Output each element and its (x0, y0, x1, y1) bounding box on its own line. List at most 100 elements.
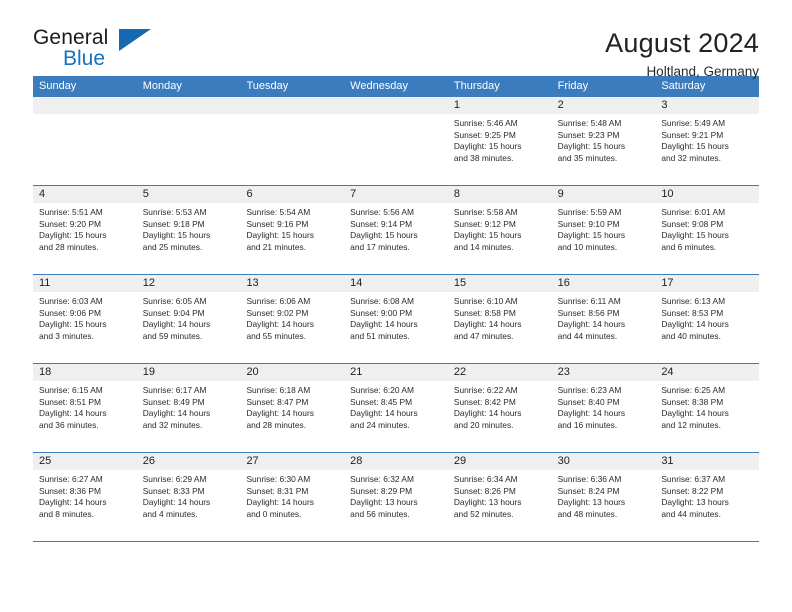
daylight-duration-line2: and 20 minutes. (453, 419, 514, 430)
daylight-duration-line1: Daylight: 13 hours (661, 497, 729, 508)
day-details: Sunrise: 6:11 AM Sunset: 8:56 PM Daylight:… (552, 292, 656, 342)
calendar-day-cell[interactable]: 9 Sunrise: 5:59 AM Sunset: 9:10 PM Daylight… (551, 186, 656, 274)
sunrise-time: Sunrise: 6:17 AM (142, 385, 207, 395)
calendar-day-cell[interactable]: 24 Sunrise: 6:25 AM Sunset: 8:38 PM Dayligh… (655, 364, 760, 452)
calendar-day-cell[interactable]: 26 Sunrise: 6:29 AM Sunset: 8:33 PM Dayligh… (136, 453, 241, 541)
daylight-duration-line1: Daylight: 14 hours (350, 319, 418, 330)
daylight-duration-line1: Daylight: 15 hours (246, 230, 314, 241)
sunrise-time: Sunrise: 6:34 AM (453, 474, 518, 484)
daylight-duration-line1: Daylight: 14 hours (246, 319, 314, 330)
sunrise-time: Sunrise: 6:18 AM (246, 385, 311, 395)
calendar-day-cell[interactable]: 16 Sunrise: 6:11 AM Sunset: 8:56 PM Dayligh… (551, 275, 656, 363)
day-number: 29 (447, 453, 552, 470)
daylight-duration-line2: and 32 minutes. (661, 152, 721, 163)
day-number: 11 (33, 275, 137, 292)
calendar-day-cell[interactable]: 28 Sunrise: 6:32 AM Sunset: 8:29 PM Dayligh… (344, 453, 448, 541)
calendar-day-cell[interactable]: 1 Sunrise: 5:46 AM Sunset: 9:25 PM Daylight… (447, 97, 552, 185)
daylight-duration-line2: and 0 minutes. (246, 508, 302, 519)
daylight-duration-line1: Daylight: 15 hours (453, 141, 522, 152)
daylight-duration-line1: Daylight: 15 hours (453, 230, 522, 241)
sunrise-time: Sunrise: 6:08 AM (350, 296, 414, 306)
calendar-day-cell-empty (33, 97, 137, 185)
day-details: Sunrise: 6:05 AM Sunset: 9:04 PM Daylight:… (137, 292, 241, 342)
calendar-day-cell[interactable]: 27 Sunrise: 6:30 AM Sunset: 8:31 PM Dayligh… (240, 453, 345, 541)
calendar-day-cell[interactable]: 30 Sunrise: 6:36 AM Sunset: 8:24 PM Dayligh… (551, 453, 656, 541)
calendar-day-cell-empty (240, 97, 345, 185)
calendar-day-cell-empty (344, 97, 448, 185)
calendar-day-cell[interactable]: 20 Sunrise: 6:18 AM Sunset: 8:47 PM Dayligh… (240, 364, 345, 452)
calendar-day-cell[interactable]: 11 Sunrise: 6:03 AM Sunset: 9:06 PM Dayligh… (33, 275, 137, 363)
calendar-day-cell[interactable]: 2 Sunrise: 5:48 AM Sunset: 9:23 PM Daylight… (551, 97, 656, 185)
day-number: 15 (447, 275, 552, 292)
calendar-day-cell[interactable]: 3 Sunrise: 5:49 AM Sunset: 9:21 PM Daylight… (655, 97, 760, 185)
sunrise-time: Sunrise: 6:37 AM (661, 474, 726, 484)
sunset-time: Sunset: 9:00 PM (350, 307, 413, 318)
calendar-day-cell[interactable]: 22 Sunrise: 6:22 AM Sunset: 8:42 PM Dayligh… (447, 364, 552, 452)
sunset-time: Sunset: 8:40 PM (557, 396, 620, 407)
day-details: Sunrise: 5:53 AM Sunset: 9:18 PM Daylight:… (137, 203, 241, 253)
calendar-day-cell[interactable]: 23 Sunrise: 6:23 AM Sunset: 8:40 PM Dayligh… (551, 364, 656, 452)
calendar-day-cell[interactable]: 5 Sunrise: 5:53 AM Sunset: 9:18 PM Daylight… (136, 186, 241, 274)
day-number: 28 (344, 453, 448, 470)
daylight-duration-line1: Daylight: 14 hours (661, 319, 729, 330)
calendar-day-cell[interactable]: 17 Sunrise: 6:13 AM Sunset: 8:53 PM Dayligh… (655, 275, 760, 363)
day-details: Sunrise: 5:46 AM Sunset: 9:25 PM Daylight:… (448, 114, 552, 164)
daylight-duration-line1: Daylight: 14 hours (661, 408, 729, 419)
calendar-day-cell[interactable]: 31 Sunrise: 6:37 AM Sunset: 8:22 PM Dayligh… (655, 453, 760, 541)
daylight-duration-line1: Daylight: 14 hours (39, 408, 107, 419)
calendar-day-cell[interactable]: 14 Sunrise: 6:08 AM Sunset: 9:00 PM Dayligh… (344, 275, 448, 363)
calendar-day-cell[interactable]: 18 Sunrise: 6:15 AM Sunset: 8:51 PM Dayligh… (33, 364, 137, 452)
sunrise-time: Sunrise: 5:53 AM (142, 207, 207, 217)
day-number (240, 97, 345, 114)
day-number: 18 (33, 364, 137, 381)
calendar-day-cell[interactable]: 19 Sunrise: 6:17 AM Sunset: 8:49 PM Dayligh… (136, 364, 241, 452)
calendar-day-cell-empty (136, 97, 241, 185)
day-number: 7 (344, 186, 448, 203)
calendar-day-cell[interactable]: 15 Sunrise: 6:10 AM Sunset: 8:58 PM Dayligh… (447, 275, 552, 363)
logo-text-blue: Blue (63, 47, 106, 70)
weekday-sunday: Sunday (39, 80, 77, 92)
daylight-duration-line2: and 14 minutes. (453, 241, 514, 252)
day-number: 26 (136, 453, 241, 470)
calendar-weeks: 1 Sunrise: 5:46 AM Sunset: 9:25 PM Daylight… (33, 97, 760, 542)
sunset-time: Sunset: 8:24 PM (557, 485, 620, 496)
calendar-day-cell[interactable]: 13 Sunrise: 6:06 AM Sunset: 9:02 PM Dayligh… (240, 275, 345, 363)
daylight-duration-line1: Daylight: 14 hours (350, 408, 418, 419)
calendar-week-row: 11 Sunrise: 6:03 AM Sunset: 9:06 PM Dayligh… (33, 275, 760, 364)
daylight-duration-line2: and 47 minutes. (453, 330, 514, 341)
sunrise-time: Sunrise: 6:13 AM (661, 296, 726, 306)
sunrise-time: Sunrise: 6:11 AM (557, 296, 621, 306)
calendar-day-cell[interactable]: 25 Sunrise: 6:27 AM Sunset: 8:36 PM Dayligh… (33, 453, 137, 541)
weekday-monday: Monday (142, 80, 182, 92)
calendar-day-cell[interactable]: 21 Sunrise: 6:20 AM Sunset: 8:45 PM Dayligh… (344, 364, 448, 452)
day-details: Sunrise: 6:18 AM Sunset: 8:47 PM Daylight:… (240, 381, 344, 431)
sunset-time: Sunset: 8:26 PM (453, 485, 516, 496)
calendar-day-cell[interactable]: 8 Sunrise: 5:58 AM Sunset: 9:12 PM Daylight… (447, 186, 552, 274)
day-number: 13 (240, 275, 345, 292)
logo-text-general: General (33, 26, 109, 49)
calendar-day-cell[interactable]: 7 Sunrise: 5:56 AM Sunset: 9:14 PM Daylight… (344, 186, 448, 274)
daylight-duration-line1: Daylight: 13 hours (557, 497, 626, 508)
sunrise-time: Sunrise: 6:36 AM (557, 474, 622, 484)
calendar-day-cell[interactable]: 10 Sunrise: 6:01 AM Sunset: 9:08 PM Dayligh… (655, 186, 760, 274)
daylight-duration-line2: and 10 minutes. (557, 241, 618, 252)
sunset-time: Sunset: 8:47 PM (246, 396, 309, 407)
day-number: 1 (447, 97, 552, 114)
day-details: Sunrise: 6:23 AM Sunset: 8:40 PM Daylight:… (552, 381, 656, 431)
day-details: Sunrise: 6:15 AM Sunset: 8:51 PM Daylight:… (33, 381, 137, 431)
sunset-time: Sunset: 8:49 PM (142, 396, 205, 407)
calendar-day-cell[interactable]: 12 Sunrise: 6:05 AM Sunset: 9:04 PM Dayligh… (136, 275, 241, 363)
calendar-day-cell[interactable]: 4 Sunrise: 5:51 AM Sunset: 9:20 PM Daylight… (33, 186, 137, 274)
daylight-duration-line1: Daylight: 15 hours (661, 141, 729, 152)
sunset-time: Sunset: 8:31 PM (246, 485, 309, 496)
day-number: 19 (136, 364, 241, 381)
day-details: Sunrise: 5:54 AM Sunset: 9:16 PM Daylight:… (240, 203, 344, 253)
general-blue-logo[interactable]: General Blue (33, 27, 163, 75)
calendar-day-cell[interactable]: 29 Sunrise: 6:34 AM Sunset: 8:26 PM Dayligh… (447, 453, 552, 541)
sunset-time: Sunset: 9:18 PM (142, 218, 205, 229)
calendar-day-cell[interactable]: 6 Sunrise: 5:54 AM Sunset: 9:16 PM Daylight… (240, 186, 345, 274)
day-details: Sunrise: 5:58 AM Sunset: 9:12 PM Daylight:… (448, 203, 552, 253)
daylight-duration-line2: and 3 minutes. (39, 330, 94, 341)
day-number: 25 (33, 453, 137, 470)
sunrise-time: Sunrise: 5:49 AM (661, 118, 726, 128)
